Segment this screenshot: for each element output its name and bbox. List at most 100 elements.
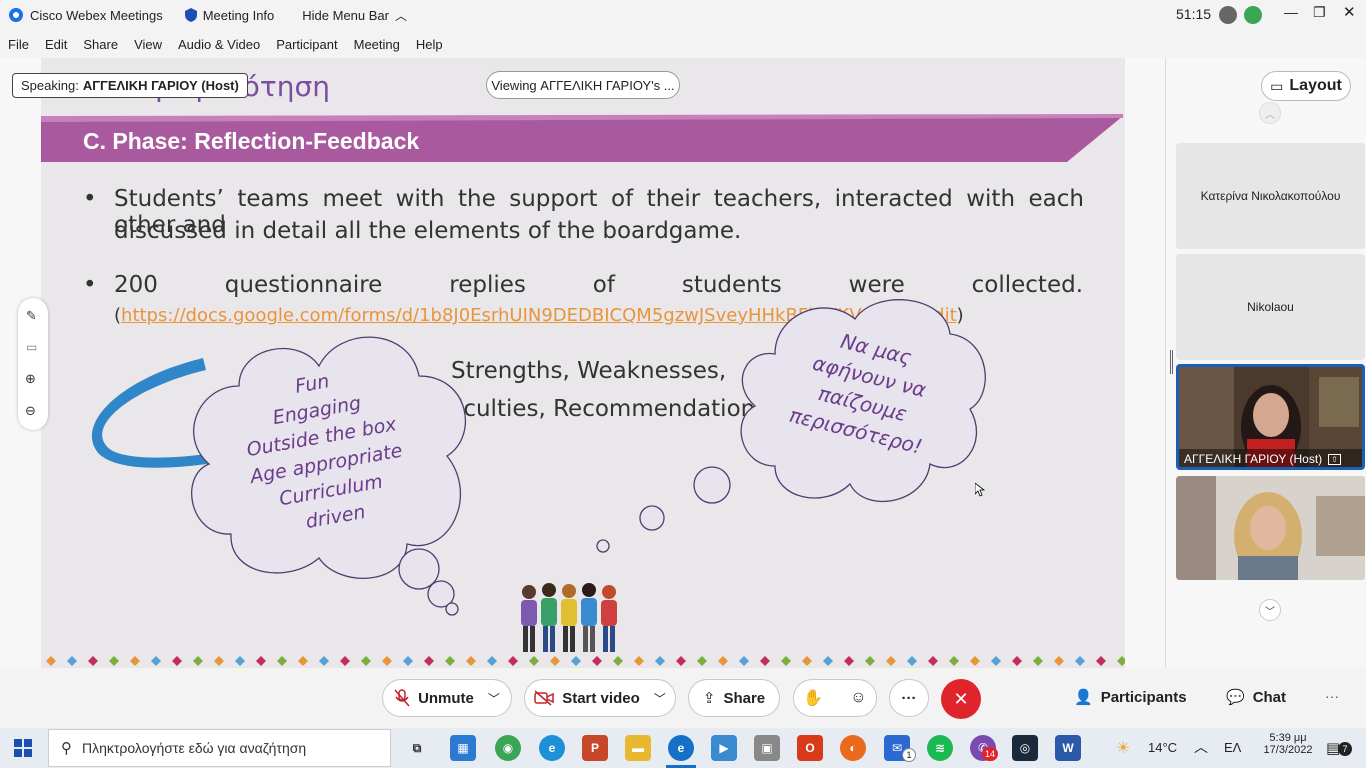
windows-start-icon[interactable] [14, 739, 32, 757]
speaking-label: Speaking: [21, 78, 79, 93]
office-icon[interactable]: O [797, 735, 823, 761]
menu-participant[interactable]: Participant [276, 37, 337, 52]
internet-explorer-icon[interactable]: e [539, 735, 565, 761]
chat-label: Chat [1252, 688, 1287, 706]
emoji-reaction-icon[interactable]: ☺ [850, 689, 866, 707]
annotate-icon[interactable]: ✎ [26, 308, 37, 324]
scroll-down-icon[interactable]: ﹀ [1259, 599, 1281, 621]
close-icon[interactable]: ✕ [1343, 3, 1356, 21]
strengths-text: Strengths, Weaknesses, [451, 358, 727, 384]
camera-app-icon[interactable]: ▣ [754, 735, 780, 761]
menu-edit[interactable]: Edit [45, 37, 67, 52]
participant-video-feed [1176, 476, 1365, 580]
layout-icon: ▭ [1270, 77, 1284, 94]
chrome-icon[interactable]: ◉ [495, 735, 521, 761]
end-meeting-button[interactable]: ✕ [941, 679, 981, 719]
taskbar-search-box[interactable]: ⚲ Πληκτρολογήστε εδώ για αναζήτηση [48, 729, 391, 767]
participant-name-3: ΑΓΓΕΛΙΚΗ ΓΑΡΙΟΥ (Host) [1184, 452, 1323, 466]
meeting-info-button[interactable]: Meeting Info [184, 7, 275, 23]
layout-label: Layout [1289, 77, 1342, 94]
menu-bar: File Edit Share View Audio & Video Parti… [0, 30, 1366, 58]
search-icon: ⚲ [61, 740, 72, 757]
webex-logo-icon [9, 8, 23, 22]
menu-file[interactable]: File [8, 37, 29, 52]
store-icon[interactable]: ▦ [450, 735, 476, 761]
panel-resize-handle[interactable] [1170, 350, 1173, 374]
speaking-indicator: Speaking: ΑΓΓΕΛΙΚΗ ΓΑΡΙΟΥ (Host) [12, 73, 248, 98]
bullet-1-rest: in detail all the elements of the boardg… [226, 218, 742, 244]
word-icon[interactable]: W [1055, 735, 1081, 761]
webex-taskbar-icon[interactable]: ◎ [1012, 735, 1038, 761]
zoom-out-icon[interactable]: ⊖ [25, 403, 36, 419]
media-player-icon[interactable]: ▶ [711, 735, 737, 761]
more-icon: ··· [901, 689, 917, 707]
participant-tile-1[interactable]: Κατερίνα Νικολακοπούλου [1176, 143, 1365, 249]
network-health-icon[interactable] [1244, 6, 1262, 24]
diamond-border [41, 654, 1125, 668]
panel-more-icon[interactable]: ··· [1325, 688, 1339, 704]
bullet-dot-1: • [83, 186, 97, 212]
share-label: Share [723, 689, 766, 707]
share-button[interactable]: ⇪ Share [688, 679, 780, 717]
chat-button[interactable]: 💬 Chat [1226, 688, 1287, 707]
menu-help[interactable]: Help [416, 37, 443, 52]
minimize-icon[interactable]: — [1284, 4, 1298, 20]
title-bar: Cisco Webex Meetings Meeting Info Hide M… [0, 0, 1366, 30]
menu-view[interactable]: View [134, 37, 162, 52]
menu-audio-video[interactable]: Audio & Video [178, 37, 260, 52]
hide-menu-label: Hide Menu Bar [302, 7, 389, 23]
edge-icon[interactable]: e [668, 735, 694, 761]
connection-icon[interactable] [1219, 6, 1237, 24]
unmute-button[interactable]: Unmute ﹀ [382, 679, 512, 717]
speaking-name: ΑΓΓΕΛΙΚΗ ΓΑΡΙΟΥ (Host) [82, 78, 239, 93]
mouse-cursor-icon [975, 483, 985, 497]
participant-tile-2[interactable]: Nikolaou [1176, 254, 1365, 360]
more-options-button[interactable]: ··· [889, 679, 929, 717]
participants-icon: 👤 [1074, 689, 1093, 706]
spotify-icon[interactable]: ≋ [927, 735, 953, 761]
chevron-down-icon: ﹀ [487, 691, 500, 706]
bullet-1-bold: discussed [114, 218, 227, 244]
hide-menu-button[interactable]: Hide Menu Bar ︿ [302, 7, 407, 24]
file-explorer-icon[interactable]: ▬ [625, 735, 651, 761]
group-hug-illustration [521, 583, 617, 652]
firefox-icon[interactable]: ◐ [840, 735, 866, 761]
shared-slide: Ανατροφοδότηση C. Phase: Reflection-Feed… [41, 58, 1125, 668]
participant-tile-3-active[interactable]: ΑΓΓΕΛΙΚΗ ΓΑΡΙΟΥ (Host) ⇧ [1176, 364, 1365, 470]
language-indicator[interactable]: ΕΛ [1224, 740, 1241, 755]
weather-icon[interactable]: ☀ [1116, 738, 1130, 758]
chevron-up-icon: ︿ [394, 8, 407, 23]
raise-hand-icon[interactable]: ✋ [803, 688, 823, 708]
clock[interactable]: 5:39 μμ 17/3/2022 [1262, 732, 1314, 756]
menu-share[interactable]: Share [83, 37, 118, 52]
clock-time: 5:39 μμ [1269, 732, 1307, 744]
viewing-share-pill[interactable]: Viewing ΑΓΓΕΛΙΚΗ ΓΑΡΙΟΥ's ... [486, 71, 680, 99]
annotation-toolbar: ✎ ▭ ⊕ ⊖ [18, 298, 48, 430]
screen-icon[interactable]: ▭ [26, 340, 37, 354]
app-name: Cisco Webex Meetings [30, 7, 163, 23]
tray-chevron-icon[interactable]: ︿ [1194, 737, 1208, 757]
meeting-info-label: Meeting Info [202, 7, 275, 23]
close-x-icon: ✕ [953, 688, 969, 709]
restore-icon[interactable]: ❐ [1313, 4, 1326, 21]
start-video-button[interactable]: Start video ﹀ [524, 679, 676, 717]
host-name-bar: ΑΓΓΕΛΙΚΗ ΓΑΡΙΟΥ (Host) ⇧ [1179, 449, 1362, 467]
viber-badge: 14 [982, 747, 998, 761]
powerpoint-icon[interactable]: P [582, 735, 608, 761]
zoom-in-icon[interactable]: ⊕ [25, 371, 36, 387]
search-placeholder: Πληκτρολογήστε εδώ για αναζήτηση [82, 740, 307, 756]
task-view-icon[interactable]: ⧉ [404, 735, 430, 761]
layout-button[interactable]: ▭ Layout [1261, 71, 1351, 101]
participants-button[interactable]: 👤 Participants [1074, 688, 1187, 707]
unmute-label: Unmute [418, 689, 474, 707]
participants-label: Participants [1100, 688, 1187, 706]
bullet-dot-2: • [83, 272, 97, 298]
menu-meeting[interactable]: Meeting [354, 37, 400, 52]
sharing-icon: ⇧ [1328, 453, 1341, 465]
bullet-1-line-2: discussed in detail all the elements of … [114, 218, 741, 244]
video-off-icon [534, 690, 554, 706]
notification-badge: 7 [1338, 742, 1352, 756]
participant-tile-4[interactable] [1176, 476, 1365, 580]
temperature: 14°C [1148, 740, 1178, 755]
scroll-up-icon[interactable]: ︿ [1259, 102, 1281, 124]
